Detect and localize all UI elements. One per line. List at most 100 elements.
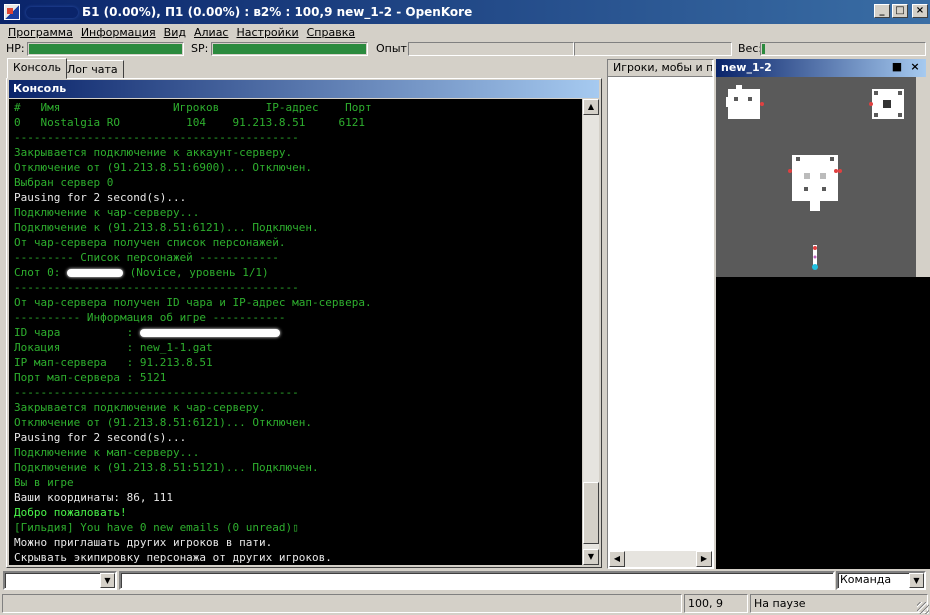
console-output[interactable]: # Имя Игроков IP-адрес Порт 0 Nostalgia R… [9,99,582,565]
console-line-text: Подключение к мап-серверу... [14,446,200,459]
console-line: Закрывается подключение к аккаунт-сервер… [14,145,582,160]
target-dropdown[interactable]: ▼ [3,571,117,590]
console-line-text: Можно приглашать других игроков в пати. [14,536,273,549]
minimize-button[interactable]: _ [874,4,890,18]
maximize-button[interactable]: □ [892,4,908,18]
menu-info[interactable]: Информация [81,26,156,39]
scroll-thumb[interactable] [583,482,599,544]
resize-grip-icon[interactable] [917,602,929,614]
console-line-text: От чар-сервера получен список персонажей… [14,236,286,249]
console-line: Pausing for 2 second(s)... [14,430,582,445]
players-list-hscrollbar[interactable]: ◀ ▶ [609,551,712,567]
map-canvas [726,85,904,270]
scroll-up-arrow-icon[interactable]: ▲ [583,99,599,115]
players-list-header[interactable]: Игроки, мобы и предметы [608,60,713,77]
weight-label: Вес: [738,42,763,55]
status-coordinates: 100, 9 [684,594,748,613]
console-line-text: Закрывается подключение к чар-серверу. [14,401,266,414]
map-view[interactable] [716,77,916,277]
console-line-text: ---------- Информация об игре ----------… [14,311,286,324]
console-line: Порт мап-сервера : 5121 [14,370,582,385]
menu-help[interactable]: Справка [307,26,355,39]
console-line-text: Выбран сервер 0 [14,176,114,189]
chevron-down-icon[interactable]: ▼ [100,573,115,588]
console-line-text: ID чара : [14,326,140,339]
console-line-text: Отключение от (91.213.8.51:6900)... Откл… [14,161,313,174]
console-line: ---------- Информация об игре ----------… [14,310,582,325]
console-line-text: Pausing for 2 second(s)... [14,431,187,444]
map-building-northwest [726,85,764,119]
console-line-text: --------- Список персонажей ------------ [14,251,279,264]
app-icon[interactable] [4,4,20,20]
scroll-left-arrow-icon[interactable]: ◀ [609,551,625,567]
console-line-text: Ваши координаты: 86, 111 [14,491,173,504]
weight-bar [760,42,926,56]
menu-settings[interactable]: Настройки [236,26,298,39]
console-scrollbar[interactable]: ▲ ▼ [583,99,599,565]
tab-chat-log[interactable]: Лог чата [61,60,124,79]
console-line-text: Добро пожаловать! [14,506,127,519]
console-line: Добро пожаловать! [14,505,582,520]
console-line: ----------------------------------------… [14,130,582,145]
console-line: ----------------------------------------… [14,385,582,400]
exp-label: Опыт: [376,42,411,55]
input-mode-select[interactable]: Команда ▼ [836,571,926,590]
console-line-text: [Гильдия] You have 0 new emails (0 unrea… [14,521,299,534]
console-line-text: Отключение от (91.213.8.51:6121)... Откл… [14,416,313,429]
console-line-text: ----------------------------------------… [14,386,299,399]
map-panel-title: new_1-2 ■ × [716,59,926,77]
menu-alias[interactable]: Алиас [194,26,229,39]
hp-bar [27,42,184,56]
console-line: Скрывать экипировку персонажа от других … [14,550,582,565]
console-line: 0 Nostalgia RO 104 91.213.8.51 6121 [14,115,582,130]
console-line: Можно приглашать других игроков в пати. [14,535,582,550]
tab-console[interactable]: Консоль [7,58,68,79]
scroll-down-arrow-icon[interactable]: ▼ [583,549,599,565]
map-restore-icon[interactable]: ■ [890,60,904,74]
console-line: Выбран сервер 0 [14,175,582,190]
map-building-center [788,155,842,211]
chevron-down-icon[interactable]: ▼ [909,573,924,588]
scroll-right-arrow-icon[interactable]: ▶ [696,551,712,567]
console-line-text: Подключение к (91.213.8.51:5121)... Подк… [14,461,319,474]
console-line: Слот 0: (Novice, уровень 1/1) [14,265,582,280]
console-line: Вы в игре [14,475,582,490]
menu-view[interactable]: Вид [164,26,186,39]
console-line: Локация : new_1-1.gat [14,340,582,355]
console-line-suffix: (Novice, уровень 1/1) [122,266,269,279]
job-exp-bar [574,42,732,56]
console-line-text: 0 Nostalgia RO 104 91.213.8.51 6121 [14,116,365,129]
map-building-northeast [869,89,904,119]
status-bar: 100, 9 На паузе [0,592,930,615]
title-bar: Б1 (0.00%), П1 (0.00%) : в2% : 100,9 new… [0,0,930,24]
console-line-text: Подключение к (91.213.8.51:6121)... Подк… [14,221,319,234]
console-line: [Гильдия] You have 0 new emails (0 unrea… [14,520,582,535]
command-input[interactable] [119,571,835,590]
title-redacted-name [26,6,78,18]
base-exp-bar [408,42,574,56]
console-line-text: Вы в игре [14,476,74,489]
console-line-text: IP мап-сервера : 91.213.8.51 [14,356,213,369]
hp-bar-fill [29,44,182,54]
close-button[interactable]: × [912,4,928,18]
console-line: # Имя Игроков IP-адрес Порт [14,100,582,115]
window-title: Б1 (0.00%), П1 (0.00%) : в2% : 100,9 new… [82,5,473,19]
map-player-marker [812,245,818,270]
console-line: Подключение к (91.213.8.51:5121)... Подк… [14,460,582,475]
map-close-icon[interactable]: × [908,60,922,74]
status-state: На паузе [750,594,928,613]
console-line: Подключение к (91.213.8.51:6121)... Подк… [14,220,582,235]
players-mobs-items-list[interactable]: Игроки, мобы и предметы ◀ ▶ [607,59,714,569]
input-mode-value: Команда [840,573,892,586]
map-name: new_1-2 [721,61,772,74]
console-line: Подключение к чар-серверу... [14,205,582,220]
sp-bar-fill [213,44,366,54]
menu-program[interactable]: Программа [8,26,73,39]
console-line-text: Подключение к чар-серверу... [14,206,200,219]
console-line-text: От чар-сервера получен ID чара и IP-адре… [14,296,372,309]
console-header: Консоль [9,80,599,98]
console-line-text: Скрывать экипировку персонажа от других … [14,551,332,564]
hp-label: HP: [6,42,25,55]
redacted-value [66,269,123,277]
console-line-text: ----------------------------------------… [14,281,299,294]
